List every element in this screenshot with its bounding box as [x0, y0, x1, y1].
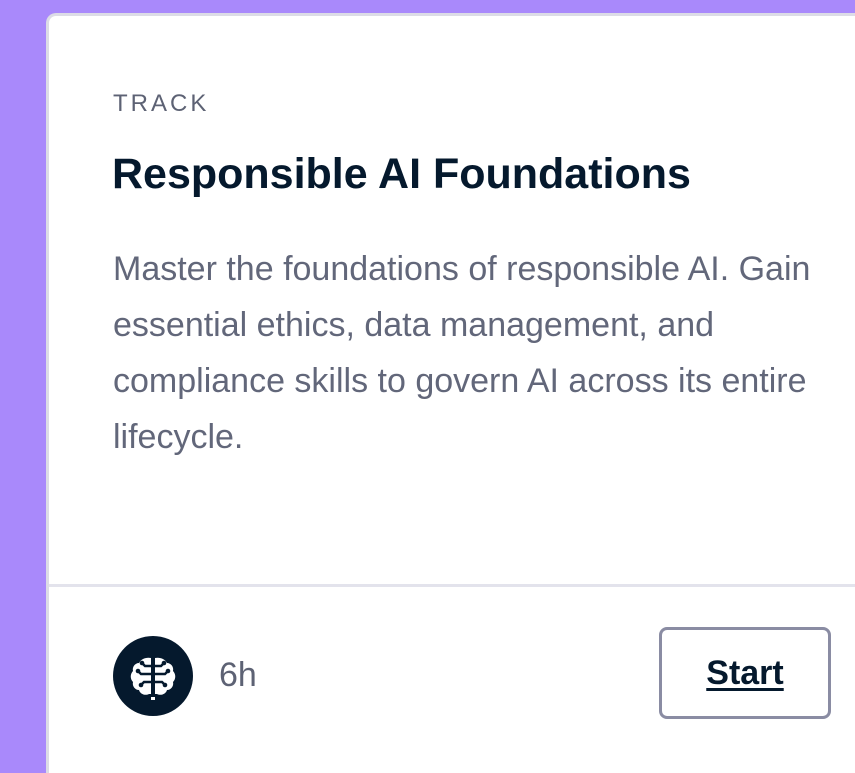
track-description: Master the foundations of responsible AI… [113, 250, 811, 456]
track-title[interactable]: Responsible AI Foundations [112, 150, 691, 199]
content-type-label: TRACK [113, 90, 210, 117]
start-button[interactable]: Start [659, 627, 831, 719]
track-card[interactable]: TRACK Responsible AI Foundations Master … [46, 13, 855, 773]
track-duration: 6h [219, 656, 257, 694]
card-footer: 6h Start [49, 587, 855, 773]
card-body: TRACK Responsible AI Foundations Master … [49, 16, 855, 584]
brain-icon [113, 636, 193, 716]
start-button-label: Start [706, 653, 784, 692]
